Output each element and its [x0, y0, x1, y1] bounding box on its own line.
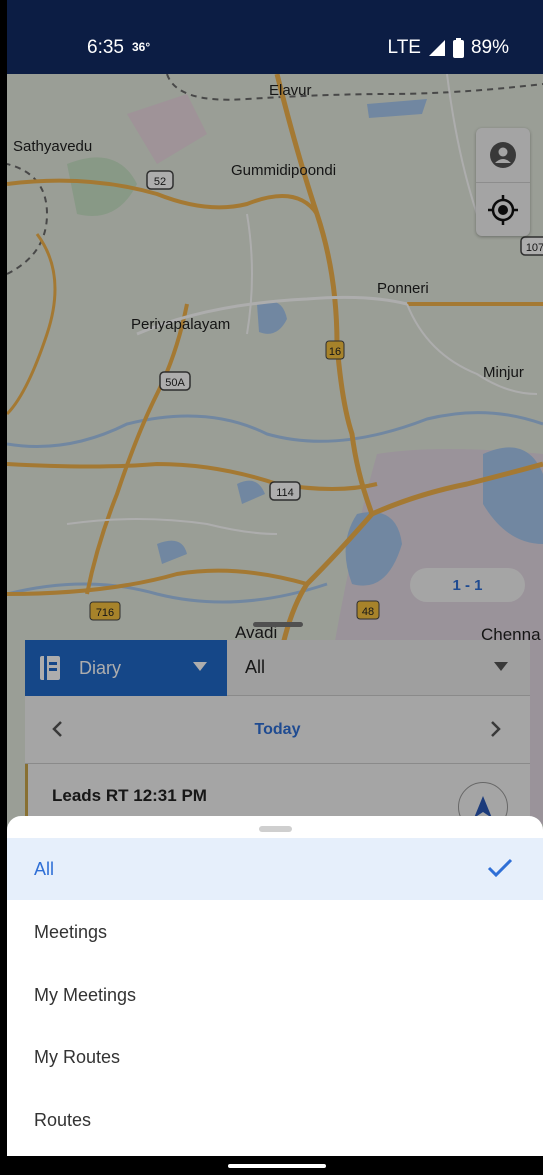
- date-navigator: Today: [25, 696, 530, 764]
- road-shield-716: 716: [96, 607, 114, 619]
- result-pager[interactable]: 1 - 1: [410, 568, 525, 602]
- account-circle-icon: [490, 142, 516, 168]
- option-my-routes[interactable]: My Routes: [7, 1026, 543, 1088]
- road-shield-48: 48: [362, 606, 374, 618]
- diary-label: Diary: [79, 657, 122, 678]
- my-location-icon: [488, 194, 518, 225]
- home-indicator[interactable]: [228, 1164, 326, 1168]
- option-meetings[interactable]: Meetings: [7, 901, 543, 963]
- diary-panel: Diary All Today Leads RT 12:31 PM: [25, 640, 530, 832]
- option-my-meetings[interactable]: My Meetings: [7, 964, 543, 1026]
- option-label: Routes: [34, 1109, 92, 1130]
- filter-bottom-sheet: All Meetings My Meetings My Routes Route…: [7, 816, 543, 1156]
- gesture-nav-bar: [7, 1156, 543, 1175]
- diary-item-title: Leads RT 12:31 PM: [52, 786, 207, 805]
- diary-book-icon: [40, 656, 60, 680]
- caret-down-icon: [494, 662, 508, 671]
- road-shield-52: 52: [154, 176, 166, 188]
- map-label-gummidipoondi: Gummidipoondi: [231, 162, 337, 179]
- signal-icon: [428, 40, 445, 56]
- check-icon: [487, 858, 513, 878]
- filter-dropdown[interactable]: All: [227, 640, 530, 696]
- road-shield-114: 114: [276, 487, 294, 499]
- chevron-left-icon[interactable]: [51, 720, 63, 738]
- navigation-arrow-icon: [474, 796, 492, 818]
- map-label-sathyavedu: Sathyavedu: [13, 138, 93, 155]
- status-indicators: LTE 89%: [388, 37, 509, 59]
- map-controls: [476, 128, 530, 236]
- road-shield-107: 107: [526, 242, 543, 254]
- option-label: All: [34, 858, 55, 879]
- app-screen: 6:35 36° LTE 89% 52 16 50A 114 716 48 10…: [7, 0, 543, 1175]
- map-label-elavur: Elavur: [269, 82, 312, 99]
- network-type: LTE: [387, 37, 421, 58]
- date-label[interactable]: Today: [255, 721, 301, 739]
- sheet-drag-handle[interactable]: [259, 826, 292, 832]
- caret-down-icon: [193, 662, 207, 671]
- panel-drag-handle[interactable]: [253, 622, 303, 627]
- status-temperature: 36°: [132, 40, 151, 54]
- option-label: My Routes: [34, 1046, 121, 1067]
- map-label-periyapalayam: Periyapalayam: [131, 316, 231, 333]
- battery-level: 89%: [470, 37, 509, 58]
- option-label: Meetings: [34, 921, 108, 942]
- filter-value: All: [245, 657, 266, 677]
- map-label-minjur: Minjur: [483, 364, 524, 381]
- road-shield-16: 16: [329, 346, 341, 358]
- option-routes[interactable]: Routes: [7, 1089, 543, 1151]
- diary-dropdown[interactable]: Diary: [25, 640, 227, 696]
- battery-icon: [452, 38, 464, 58]
- profile-button[interactable]: [476, 128, 530, 182]
- option-all[interactable]: All: [7, 838, 543, 900]
- road-shield-50a: 50A: [165, 377, 185, 389]
- status-bar: 6:35 36° LTE 89%: [7, 0, 543, 74]
- status-time: 6:35: [87, 37, 124, 58]
- option-label: My Meetings: [34, 984, 137, 1005]
- my-location-button[interactable]: [476, 182, 530, 236]
- chevron-right-icon[interactable]: [490, 720, 502, 738]
- map-label-ponneri: Ponneri: [377, 280, 429, 297]
